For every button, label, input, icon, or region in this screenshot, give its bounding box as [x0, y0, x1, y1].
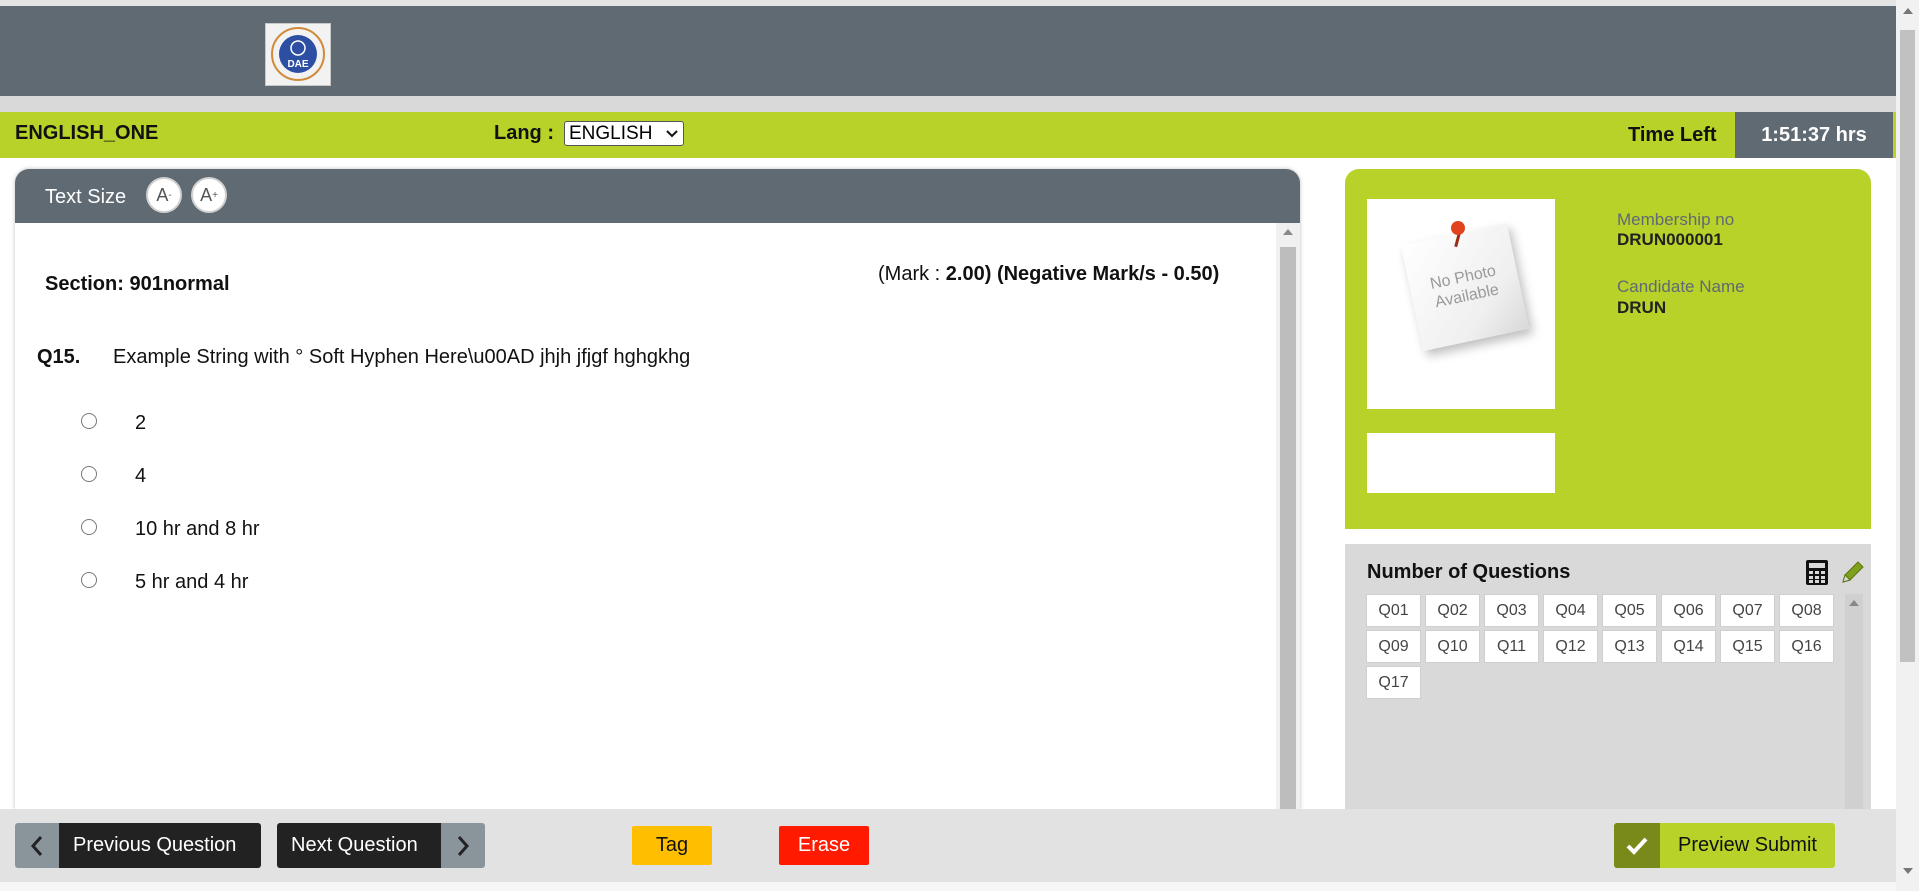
- next-question-button[interactable]: Next Question: [277, 823, 485, 868]
- scrollbar-thumb[interactable]: [1900, 30, 1915, 662]
- mark-value: 2.00): [945, 263, 992, 285]
- question-button[interactable]: Q10: [1425, 630, 1480, 663]
- marks-info: (Mark : 2.00) (Negative Mark/s - 0.50): [878, 263, 1219, 286]
- info-bar: [0, 112, 1896, 158]
- pushpin-head: [1451, 221, 1465, 235]
- answer-option[interactable]: 5 hr and 4 hr: [81, 571, 248, 594]
- negative-mark: (Negative Mark/s - 0.50): [996, 263, 1220, 285]
- logo-icon: DAE: [265, 23, 331, 86]
- section-label: Section: 901normal: [45, 273, 230, 295]
- option-label: 5 hr and 4 hr: [135, 571, 249, 593]
- question-grid: Q01 Q02 Q03 Q04 Q05 Q06 Q07 Q08 Q09 Q10 …: [1366, 594, 1834, 699]
- question-button[interactable]: Q01: [1366, 594, 1421, 627]
- text-size-label: Text Size: [45, 186, 127, 208]
- candidate-signature: [1367, 433, 1555, 493]
- option-label: 2: [135, 412, 147, 434]
- countdown-timer: 1:51:37 hrs: [1735, 112, 1893, 158]
- question-text: Example String with ° Soft Hyphen Here\u…: [113, 346, 691, 368]
- no-photo-note: No Photo Available: [1400, 222, 1530, 352]
- preview-submit-label: Preview Submit: [1678, 834, 1817, 856]
- page-scrollbar[interactable]: [1896, 0, 1919, 891]
- option-radio[interactable]: [81, 412, 97, 429]
- candidate-panel: No Photo Available Membership no DRUN000…: [1345, 169, 1871, 529]
- language-select-value: ENGLISH: [569, 122, 653, 144]
- calculator-icon[interactable]: [1805, 559, 1829, 586]
- answer-option[interactable]: 2: [81, 412, 146, 435]
- palette-title: Number of Questions: [1367, 561, 1571, 583]
- previous-question-button[interactable]: Previous Question: [15, 823, 261, 868]
- question-button[interactable]: Q06: [1661, 594, 1716, 627]
- decrease-text-size-button[interactable]: A-: [146, 177, 182, 213]
- question-palette: Number of Questions Q01 Q02 Q03 Q04 Q05 …: [1345, 544, 1871, 809]
- option-radio[interactable]: [81, 518, 97, 535]
- question-button[interactable]: Q16: [1779, 630, 1834, 663]
- option-radio[interactable]: [81, 465, 97, 482]
- question-button[interactable]: Q03: [1484, 594, 1539, 627]
- question-button[interactable]: Q17: [1366, 666, 1421, 699]
- select-chevron-icon: [666, 129, 678, 137]
- chevron-right-icon: [441, 823, 485, 868]
- logo-text: DAE: [287, 59, 308, 70]
- scrollbar-thumb[interactable]: [1280, 247, 1296, 809]
- membership-label: Membership no: [1617, 210, 1735, 229]
- membership-value: DRUN000001: [1617, 230, 1723, 249]
- language-label: Lang :: [494, 122, 554, 144]
- tag-button[interactable]: Tag: [632, 826, 712, 865]
- palette-scrollbar[interactable]: [1845, 594, 1863, 809]
- question-button[interactable]: Q02: [1425, 594, 1480, 627]
- pencil-icon[interactable]: [1839, 558, 1867, 586]
- question-button[interactable]: Q12: [1543, 630, 1598, 663]
- question-number: Q15.: [37, 346, 81, 368]
- scroll-down-icon[interactable]: [1903, 868, 1913, 874]
- question-button[interactable]: Q09: [1366, 630, 1421, 663]
- question-button[interactable]: Q08: [1779, 594, 1834, 627]
- test-name: ENGLISH_ONE: [15, 122, 159, 144]
- option-label: 10 hr and 8 hr: [135, 518, 260, 540]
- scroll-up-icon[interactable]: [1903, 8, 1913, 14]
- question-button[interactable]: Q05: [1602, 594, 1657, 627]
- question-panel: Text Size A- A + Section: 901normal (Mark…: [15, 169, 1300, 809]
- divider-strip: [0, 96, 1896, 112]
- preview-submit-button[interactable]: Preview Submit: [1614, 823, 1835, 868]
- question-button[interactable]: Q07: [1720, 594, 1775, 627]
- question-button[interactable]: Q14: [1661, 630, 1716, 663]
- question-button[interactable]: Q13: [1602, 630, 1657, 663]
- chevron-left-icon: [15, 823, 59, 868]
- candidate-photo: No Photo Available: [1367, 199, 1555, 409]
- scroll-up-icon[interactable]: [1849, 600, 1859, 606]
- answer-option[interactable]: 10 hr and 8 hr: [81, 518, 260, 541]
- bottom-strip: [0, 882, 1896, 891]
- option-label: 4: [135, 465, 147, 487]
- previous-question-label: Previous Question: [59, 823, 261, 868]
- option-radio[interactable]: [81, 571, 97, 588]
- question-scrollbar[interactable]: [1276, 223, 1300, 809]
- mark-prefix: (Mark :: [878, 263, 946, 285]
- scroll-up-icon[interactable]: [1283, 229, 1293, 235]
- answer-option[interactable]: 4: [81, 465, 146, 488]
- time-left-label: Time Left: [1628, 124, 1717, 146]
- checkmark-icon: [1614, 823, 1660, 868]
- erase-button[interactable]: Erase: [779, 826, 869, 865]
- question-button[interactable]: Q15: [1720, 630, 1775, 663]
- increase-text-size-button[interactable]: A +: [191, 177, 227, 213]
- language-select[interactable]: ENGLISH: [564, 121, 684, 146]
- question-button[interactable]: Q04: [1543, 594, 1598, 627]
- next-question-label: Next Question: [277, 823, 441, 868]
- candidate-name-value: DRUN: [1617, 298, 1667, 317]
- question-button[interactable]: Q11: [1484, 630, 1539, 663]
- candidate-name-label: Candidate Name: [1617, 277, 1745, 296]
